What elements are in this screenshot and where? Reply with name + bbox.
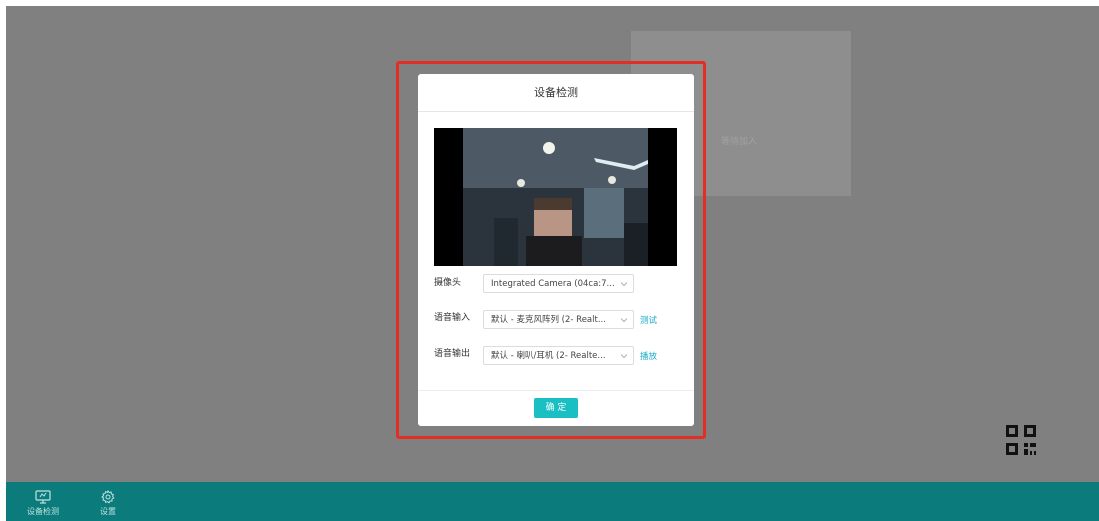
monitor-icon bbox=[35, 490, 51, 504]
device-check-button[interactable]: 设备检测 bbox=[23, 490, 63, 517]
qr-code-icon[interactable] bbox=[1006, 425, 1036, 455]
settings-button[interactable]: 设置 bbox=[88, 490, 128, 517]
highlight-box bbox=[396, 61, 706, 439]
gear-icon bbox=[101, 490, 115, 504]
waiting-label: 等待加入 bbox=[721, 137, 758, 147]
device-check-label: 设备检测 bbox=[27, 507, 59, 516]
settings-label: 设置 bbox=[100, 507, 116, 516]
bottom-toolbar: 设备检测 设置 bbox=[6, 482, 1099, 521]
